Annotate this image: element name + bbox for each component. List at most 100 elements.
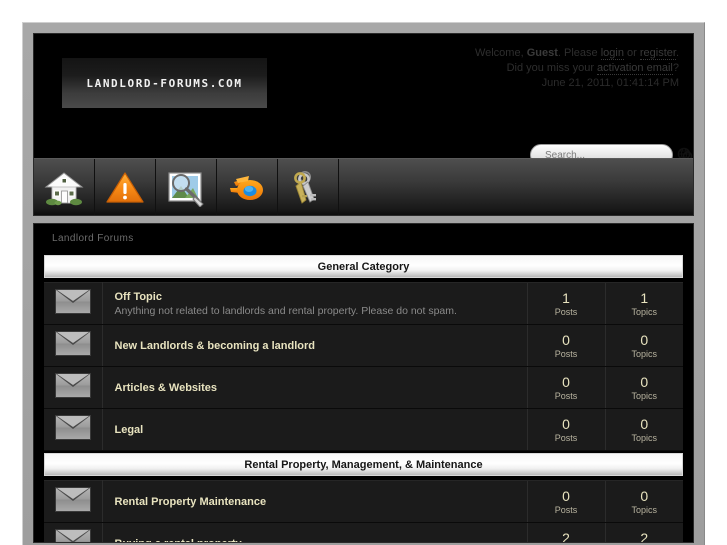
nav-button-register[interactable] <box>278 159 339 215</box>
board-link[interactable]: New Landlords & becoming a landlord <box>115 339 527 353</box>
activation-line: Did you miss your activation email? <box>475 61 679 76</box>
nav-button-search[interactable] <box>156 159 217 215</box>
board-icon-cell <box>44 366 103 409</box>
board-row[interactable]: Off Topic Anything not related to landlor… <box>44 282 683 325</box>
board-info-cell: Off Topic Anything not related to landlor… <box>102 282 527 325</box>
board-row[interactable]: Articles & Websites 0 Posts 0 Topics <box>44 366 683 409</box>
register-link[interactable]: register <box>639 47 676 60</box>
board-topics-cell: 0 Topics <box>604 366 683 409</box>
keys-icon <box>294 170 316 204</box>
site-header: LANDLORD-FORUMS.COM Welcome, Guest. Plea… <box>33 33 694 216</box>
site-logo[interactable]: LANDLORD-FORUMS.COM <box>62 58 267 108</box>
board-topics-cell: 0 Topics <box>604 324 683 367</box>
login-link[interactable]: login <box>600 47 624 60</box>
category-header[interactable]: General Category <box>44 255 683 278</box>
activation-suffix: ? <box>672 62 679 74</box>
board-link[interactable]: Articles & Websites <box>115 381 527 395</box>
board-topics-cell: 0 Topics <box>604 408 683 451</box>
board-row[interactable]: New Landlords & becoming a landlord 0 Post… <box>44 324 683 367</box>
board-icon-cell <box>44 522 103 542</box>
board-link[interactable]: Buying a rental property <box>115 537 527 543</box>
welcome-mid: . Please <box>557 47 601 59</box>
toolbar-filler <box>339 159 693 215</box>
page-root: LANDLORD-FORUMS.COM Welcome, Guest. Plea… <box>0 0 727 545</box>
topics-count: 2 <box>640 529 649 543</box>
board-info-cell: Articles & Websites <box>102 366 527 409</box>
posts-label: Posts <box>554 348 578 359</box>
house-icon <box>44 171 84 205</box>
welcome-prefix: Welcome, <box>474 47 527 59</box>
board-link[interactable]: Off Topic <box>115 290 527 304</box>
guest-name: Guest <box>526 47 558 59</box>
posts-label: Posts <box>554 432 578 443</box>
board-topics-cell: 1 Topics <box>604 282 683 325</box>
board-posts-cell: 2Posts <box>526 522 605 543</box>
board-posts-cell: 0 Posts <box>526 366 605 409</box>
site-logo-text: LANDLORD-FORUMS.COM <box>86 76 243 90</box>
posts-label: Posts <box>554 306 578 317</box>
image-search-icon <box>168 171 204 207</box>
posts-count: 1 <box>562 289 570 306</box>
board-table: Rental Property Maintenance 0 Posts 0 Topics… <box>44 480 683 543</box>
board-posts-cell: 0 Posts <box>526 480 605 523</box>
board-row[interactable]: Legal 0 Posts 0 Topics <box>44 408 683 451</box>
activation-email-link[interactable]: activation email <box>597 62 673 75</box>
board-info-cell: Rental Property Maintenance <box>102 480 527 523</box>
board-description: Anything not related to landlords and re… <box>114 304 457 317</box>
posts-count: 0 <box>562 373 570 390</box>
topics-count: 0 <box>640 331 649 348</box>
board-posts-cell: 1 Posts <box>526 282 605 325</box>
board-icon-cell <box>44 480 103 523</box>
nav-button-home[interactable] <box>34 159 95 215</box>
breadcrumb[interactable]: Landlord Forums <box>34 224 693 253</box>
main-navigation-toolbar <box>34 158 693 215</box>
topics-label: Topics <box>631 432 657 443</box>
board-posts-cell: 0 Posts <box>526 324 605 367</box>
envelope-icon <box>54 288 91 314</box>
welcome-line: Welcome, Guest. Please login or register… <box>475 46 679 61</box>
envelope-icon <box>54 486 91 512</box>
activation-prefix: Did you miss your <box>506 62 598 74</box>
board-info-cell: Buying a rental property <box>102 522 527 543</box>
envelope-icon <box>54 330 91 356</box>
topics-count: 0 <box>640 373 649 390</box>
topics-label: Topics <box>631 390 657 401</box>
topics-count: 0 <box>640 487 649 504</box>
board-row[interactable]: Rental Property Maintenance 0 Posts 0 Topics <box>44 480 683 523</box>
topics-label: Topics <box>631 348 657 359</box>
board-index-panel: Landlord Forums General Category Off Topi… <box>33 223 694 543</box>
user-info-block: Welcome, Guest. Please login or register… <box>475 46 679 91</box>
posts-count: 2 <box>562 529 570 543</box>
posts-count: 0 <box>562 331 570 348</box>
envelope-icon <box>54 414 91 440</box>
envelope-icon <box>54 372 91 398</box>
envelope-icon <box>54 528 91 542</box>
topics-count: 0 <box>640 415 649 432</box>
posts-label: Posts <box>554 504 578 515</box>
board-posts-cell: 0 Posts <box>526 408 605 451</box>
welcome-suffix: . <box>675 47 679 59</box>
board-row[interactable]: Buying a rental property2Posts2Topics <box>44 522 683 543</box>
site-frame: LANDLORD-FORUMS.COM Welcome, Guest. Plea… <box>22 22 705 545</box>
board-table: Off Topic Anything not related to landlor… <box>44 282 683 451</box>
board-icon-cell <box>44 324 103 367</box>
warning-triangle-icon <box>106 171 144 203</box>
board-icon-cell <box>44 282 103 325</box>
nav-button-login[interactable] <box>217 159 278 215</box>
posts-count: 0 <box>562 415 570 432</box>
board-icon-cell <box>44 408 103 451</box>
board-link[interactable]: Rental Property Maintenance <box>115 495 527 509</box>
board-topics-cell: 2Topics <box>604 522 683 543</box>
board-link[interactable]: Legal <box>115 423 527 437</box>
topics-label: Topics <box>631 504 657 515</box>
board-info-cell: New Landlords & becoming a landlord <box>102 324 527 367</box>
blender-swirl-icon <box>230 175 263 200</box>
posts-label: Posts <box>554 390 578 401</box>
board-topics-cell: 0 Topics <box>604 480 683 523</box>
category-list: General Category Off Topic Anything not re… <box>34 255 693 543</box>
nav-button-help[interactable] <box>95 159 156 215</box>
board-info-cell: Legal <box>102 408 527 451</box>
current-datetime: June 21, 2011, 01:41:14 PM <box>541 77 679 89</box>
category-header[interactable]: Rental Property, Management, & Maintenan… <box>44 453 683 476</box>
welcome-or: or <box>623 47 640 59</box>
